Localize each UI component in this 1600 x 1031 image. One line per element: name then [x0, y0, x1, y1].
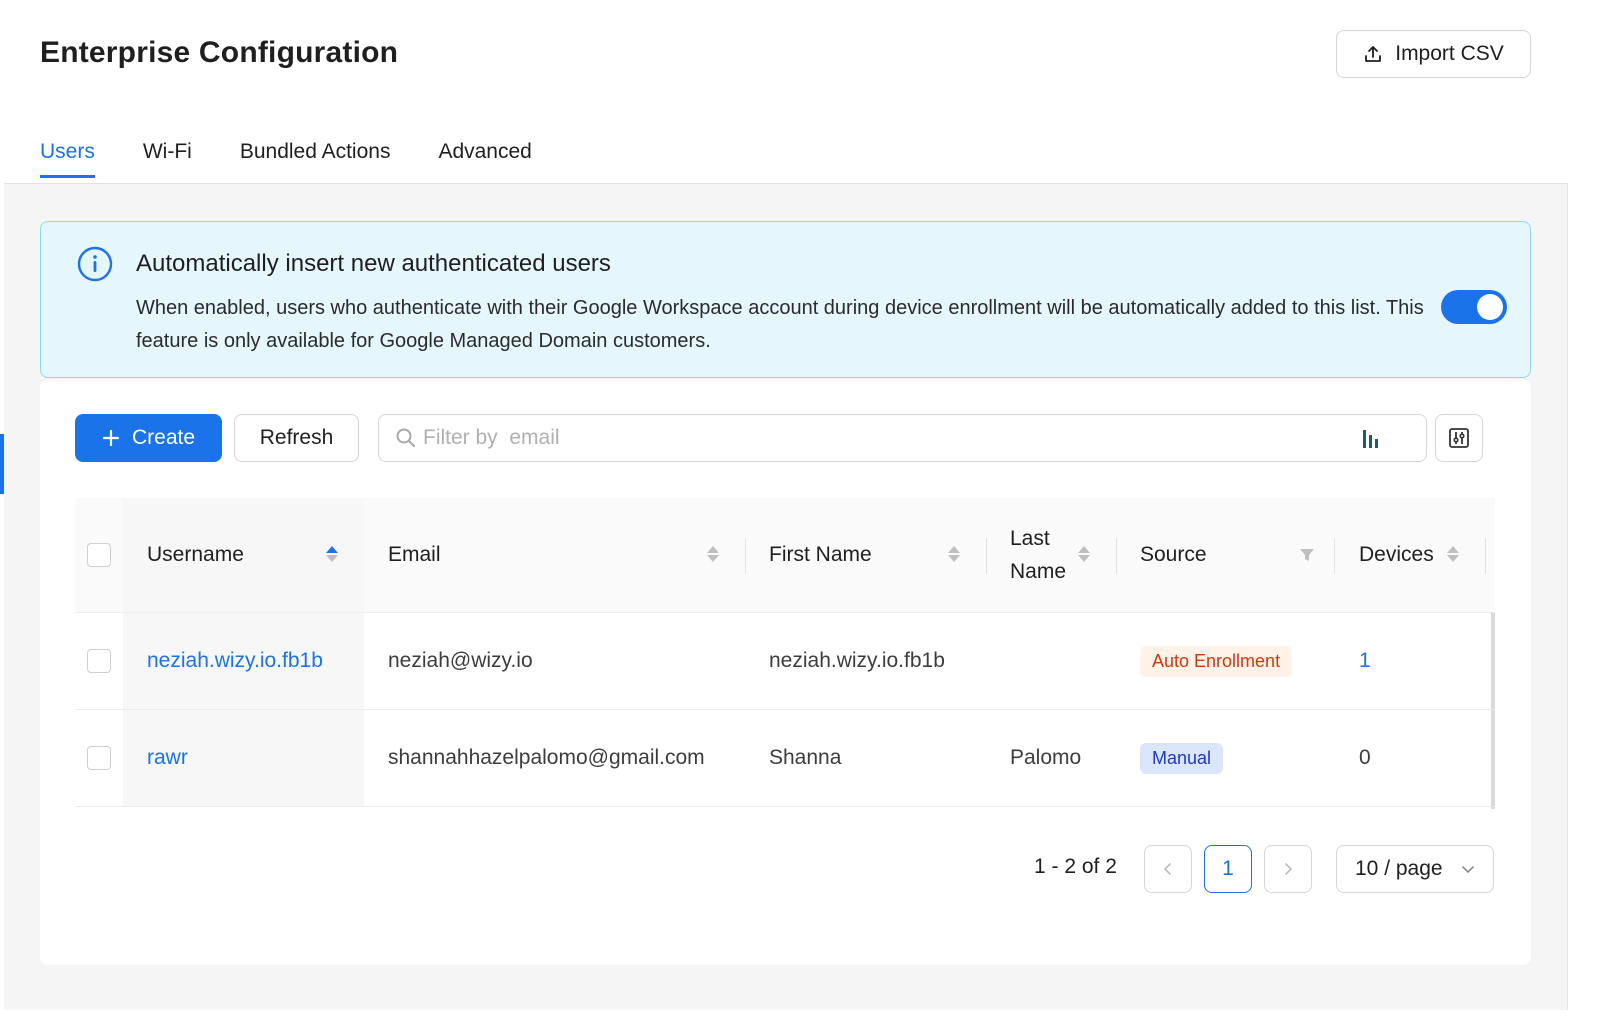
create-button[interactable]: Create [75, 414, 222, 462]
column-divider [1485, 538, 1486, 574]
source-badge: Manual [1140, 742, 1224, 774]
chevron-right-icon [1285, 863, 1292, 875]
import-csv-button[interactable]: Import CSV [1336, 30, 1531, 78]
email-cell: neziah@wizy.io [388, 649, 533, 672]
toggle-knob [1477, 294, 1503, 320]
devices-count: 0 [1359, 746, 1371, 769]
banner-title: Automatically insert new authenticated u… [136, 250, 611, 277]
tab-bar: Users Wi-Fi Bundled Actions Advanced [40, 140, 580, 178]
users-card: Create Refresh Filter by email Username … [40, 380, 1531, 965]
source-filter-icon[interactable] [1299, 547, 1315, 563]
page-size-select[interactable]: 10 / page [1336, 845, 1494, 893]
select-all-cell [87, 498, 111, 612]
search-icon [396, 428, 415, 447]
column-divider [745, 538, 746, 574]
header-devices[interactable]: Devices [1359, 498, 1434, 612]
column-divider [1334, 538, 1335, 574]
pagination: 1 - 2 of 2 1 10 / page [40, 845, 1531, 893]
tab-wifi[interactable]: Wi-Fi [143, 140, 192, 178]
email-sort-icon[interactable] [707, 546, 719, 562]
first-name-cell: Shanna [769, 746, 842, 769]
devices-sort-icon[interactable] [1447, 546, 1459, 562]
header-last-name-line2: Name [1010, 560, 1067, 583]
pagination-summary: 1 - 2 of 2 [1034, 855, 1117, 878]
filter-mode-icon[interactable] [1360, 427, 1382, 451]
import-csv-label: Import CSV [1395, 42, 1504, 65]
tab-advanced[interactable]: Advanced [438, 140, 531, 178]
header-first-name[interactable]: First Name [769, 498, 872, 612]
header-last-name-line1: Last [1010, 527, 1050, 550]
column-settings-icon [1449, 428, 1469, 448]
active-nav-indicator [0, 434, 4, 494]
prev-page-button[interactable] [1144, 845, 1192, 893]
auto-insert-banner: Automatically insert new authenticated u… [40, 221, 1531, 378]
page-title: Enterprise Configuration [40, 36, 399, 69]
email-cell: shannahhazelpalomo@gmail.com [388, 746, 705, 769]
page-size-value: 10 / page [1355, 857, 1443, 880]
header-last-name[interactable]: Last Name [1010, 498, 1066, 612]
page-header: Enterprise Configuration Import CSV User… [4, 0, 1568, 184]
upload-icon [1365, 46, 1382, 62]
header-username[interactable]: Username [147, 498, 244, 612]
first-name-cell: neziah.wizy.io.fb1b [769, 649, 945, 672]
filter-box[interactable] [378, 414, 1427, 462]
source-badge: Auto Enrollment [1140, 645, 1293, 677]
table-row: neziah.wizy.io.fb1b neziah@wizy.io nezia… [75, 613, 1495, 710]
app-window: Enterprise Configuration Import CSV User… [4, 0, 1568, 1010]
header-source[interactable]: Source [1140, 498, 1207, 612]
username-link[interactable]: neziah.wizy.io.fb1b [147, 613, 323, 709]
select-all-checkbox[interactable] [87, 543, 111, 567]
devices-count-link[interactable]: 1 [1359, 613, 1371, 709]
page-button-current[interactable]: 1 [1204, 845, 1252, 893]
username-sort-icon[interactable] [326, 546, 338, 562]
username-link[interactable]: rawr [147, 710, 188, 806]
users-table: Username Email First Name Last Name Sour… [75, 498, 1495, 809]
source-cell: Manual [1140, 710, 1224, 806]
last-name-cell: Palomo [1010, 746, 1082, 769]
last-name-sort-icon[interactable] [1078, 546, 1090, 562]
column-settings-button[interactable] [1435, 414, 1483, 462]
plus-icon [102, 429, 120, 447]
table-header: Username Email First Name Last Name Sour… [75, 498, 1495, 613]
header-email[interactable]: Email [388, 498, 441, 612]
column-divider [986, 538, 987, 574]
table-row: rawr shannahhazelpalomo@gmail.com Shanna… [75, 710, 1495, 807]
tab-users[interactable]: Users [40, 140, 95, 178]
row-checkbox[interactable] [87, 649, 111, 673]
create-label: Create [131, 426, 196, 449]
source-cell: Auto Enrollment [1140, 613, 1293, 709]
banner-description: When enabled, users who authenticate wit… [136, 297, 1424, 352]
info-icon [77, 246, 113, 282]
chevron-down-icon [1462, 866, 1474, 873]
tab-bundled-actions[interactable]: Bundled Actions [240, 140, 391, 178]
row-select-cell [87, 710, 111, 806]
row-select-cell [87, 613, 111, 709]
refresh-button[interactable]: Refresh [234, 414, 359, 462]
row-checkbox[interactable] [87, 746, 111, 770]
column-divider [1116, 538, 1117, 574]
auto-insert-toggle[interactable] [1441, 290, 1507, 324]
filter-email-input[interactable] [423, 426, 1323, 450]
next-page-button[interactable] [1264, 845, 1312, 893]
first-name-sort-icon[interactable] [948, 546, 960, 562]
chevron-left-icon [1164, 863, 1171, 875]
